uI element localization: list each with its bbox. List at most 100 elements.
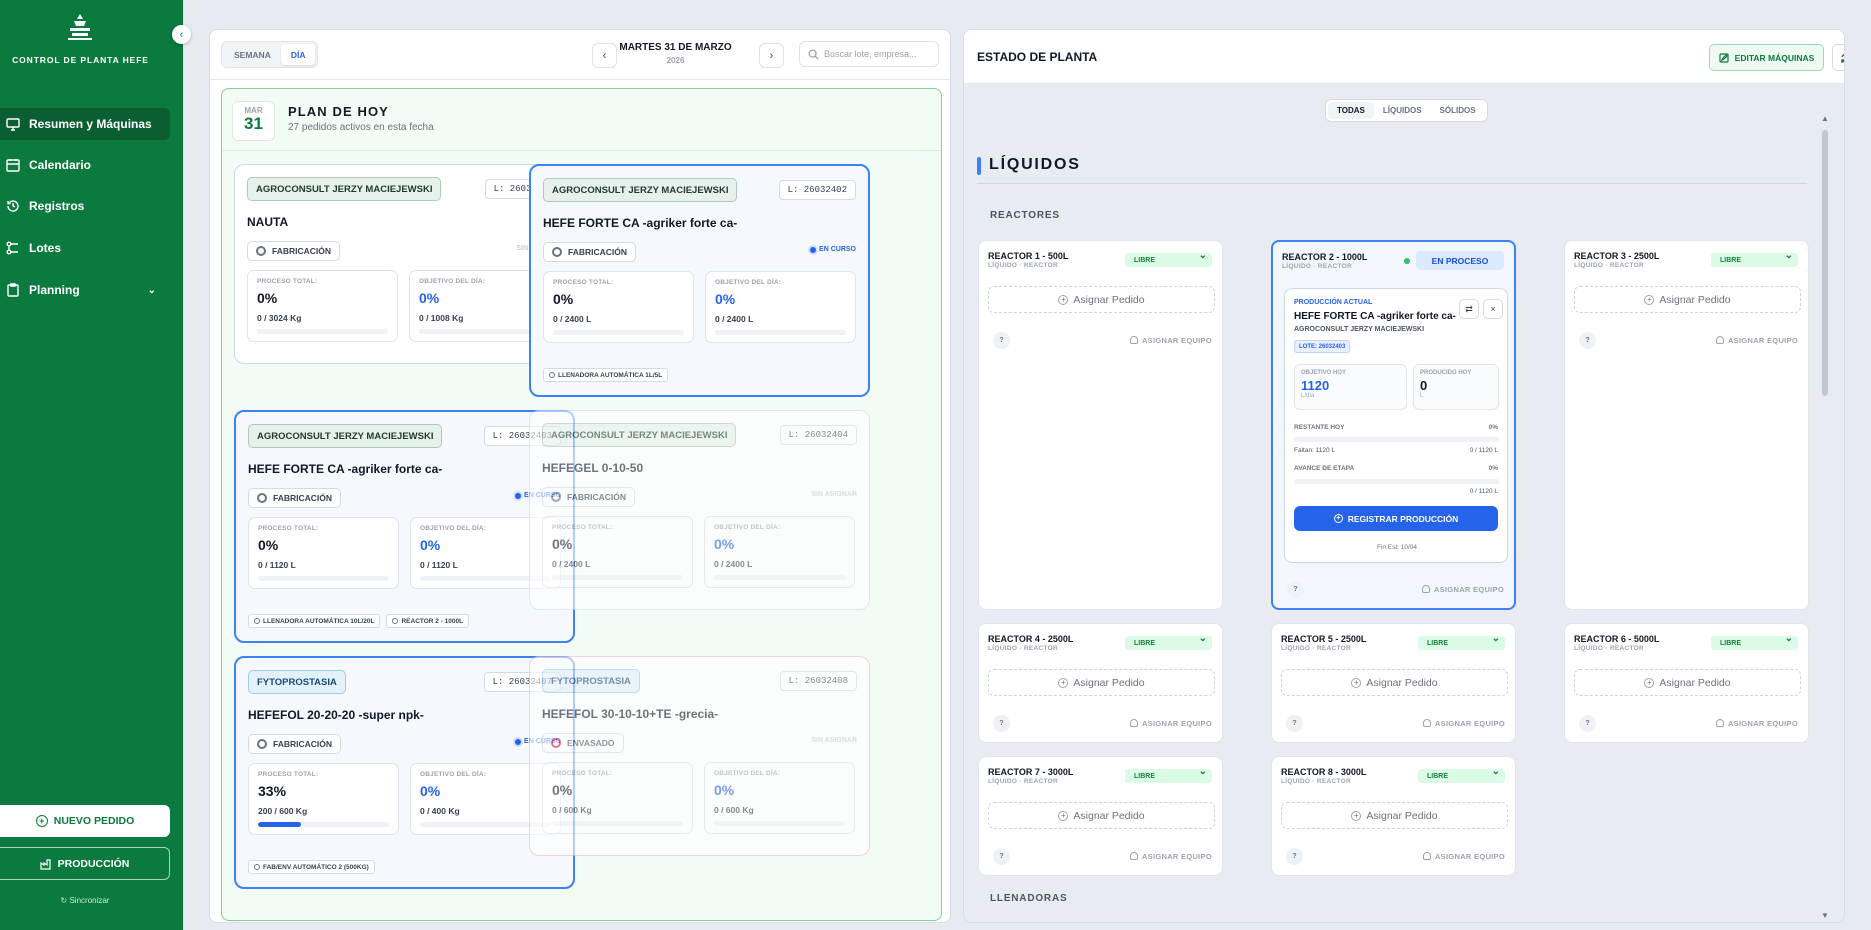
order-card[interactable]: FYTOPROSTASIA L: 26032407 HEFEFOL 20-20-20… <box>234 656 575 889</box>
assign-team-button[interactable]: ASIGNAR EQUIPO <box>1422 719 1505 728</box>
chip-label: FAB/ENV AUTOMÁTICO 2 (500KG) <box>263 863 369 871</box>
total-percent: 0% <box>552 782 573 798</box>
sync-label: Sincronizar <box>69 896 110 905</box>
total-progress-bar <box>258 576 389 581</box>
status-select[interactable]: LIBRE <box>1711 250 1798 267</box>
help-icon[interactable]: ? <box>1287 581 1304 598</box>
status-select[interactable]: LIBRE <box>1125 250 1212 267</box>
assign-team-button[interactable]: ASIGNAR EQUIPO <box>1129 852 1212 861</box>
status-select[interactable]: LIBRE <box>1711 633 1798 650</box>
status-select[interactable]: LIBRE <box>1418 766 1505 783</box>
assign-team-button[interactable]: ASIGNAR EQUIPO <box>1715 336 1798 345</box>
users-icon <box>1129 852 1138 860</box>
help-icon[interactable]: ? <box>1286 848 1303 865</box>
assign-team-button[interactable]: ASIGNAR EQUIPO <box>1422 852 1505 861</box>
filter-solidos[interactable]: SÓLIDOS <box>1431 102 1485 119</box>
help-icon[interactable]: ? <box>993 848 1010 865</box>
remaining-label: RESTANTE HOY <box>1294 424 1345 431</box>
machine-chips: LLENADORA AUTOMÁTICA 10L/20L REACTOR 2 - … <box>248 614 470 628</box>
refresh-button[interactable] <box>1832 44 1844 71</box>
plan-title: PLAN DE HOY <box>288 104 389 119</box>
product-name: HEFE FORTE CA -agriker forte ca- <box>543 216 738 230</box>
assign-team-label: ASIGNAR EQUIPO <box>1141 719 1212 728</box>
prod-label: PRODUCIDO HOY <box>1420 370 1472 376</box>
nav-planning[interactable]: Planning ⌄ <box>0 274 170 306</box>
machine-chip: LLENADORA AUTOMÁTICA 10L/20L <box>248 614 381 628</box>
machine-card: REACTOR 3 - 2500LLÍQUIDO · REACTOR LIBRE +… <box>1564 240 1809 610</box>
day-tab[interactable]: DÍA <box>280 44 316 65</box>
total-percent: 33% <box>258 783 287 799</box>
swap-button[interactable]: ⇄ <box>1459 299 1479 319</box>
scrollbar-thumb[interactable] <box>1822 130 1828 396</box>
status-select[interactable]: LIBRE <box>1125 633 1212 650</box>
current-label: PRODUCCIÓN ACTUAL <box>1294 299 1373 306</box>
scrollbar[interactable]: ▲ ▼ <box>1820 114 1830 920</box>
machine-card: REACTOR 2 - 1000L LÍQUIDO · REACTOR EN PRO… <box>1271 240 1516 610</box>
current-client: AGROCONSULT JERZY MACIEJEWSKI <box>1294 326 1425 333</box>
objective-quantity: 0 / 2400 L <box>715 314 754 324</box>
order-card[interactable]: FYTOPROSTASIA L: 26032408 HEFEFOL 30-10-10… <box>529 656 870 856</box>
filter-todas[interactable]: TODAS <box>1328 102 1374 119</box>
assign-team-button[interactable]: ASIGNAR EQUIPO <box>1129 719 1212 728</box>
assign-team-button[interactable]: ASIGNAR EQUIPO <box>1421 585 1504 594</box>
total-quantity: 0 / 2400 L <box>552 559 591 569</box>
nav-registros[interactable]: Registros <box>0 190 170 222</box>
register-label: REGISTRAR PRODUCCIÓN <box>1347 513 1459 524</box>
stage-progress-quantity: 0 / 1120 L <box>1469 488 1498 495</box>
stage-progress-label: AVANCE DE ETAPA <box>1294 465 1355 472</box>
search-box <box>799 41 939 67</box>
edit-machines-button[interactable]: EDITAR MÁQUINAS <box>1709 44 1824 71</box>
assign-order-button[interactable]: + Asignar Pedido <box>988 286 1215 313</box>
machine-type: LÍQUIDO · REACTOR <box>988 778 1058 785</box>
progress-fill <box>258 822 302 827</box>
order-card[interactable]: AGROCONSULT JERZY MACIEJEWSKI L: 26032403… <box>234 410 575 643</box>
package-icon <box>551 738 561 748</box>
production-button[interactable]: PRODUCCIÓN <box>0 847 170 880</box>
help-icon[interactable]: ? <box>993 332 1010 349</box>
assign-label: Asignar Pedido <box>1659 676 1731 689</box>
new-order-button[interactable]: + NUEVO PEDIDO <box>0 805 170 837</box>
assign-order-button[interactable]: + Asignar Pedido <box>1281 669 1508 696</box>
assign-order-button[interactable]: + Asignar Pedido <box>1574 286 1801 313</box>
help-icon[interactable]: ? <box>1286 715 1303 732</box>
assign-order-button[interactable]: + Asignar Pedido <box>988 669 1215 696</box>
chevron-left-icon: ‹ <box>602 49 607 62</box>
chevron-left-icon: ‹ <box>179 28 184 41</box>
register-production-button[interactable]: + REGISTRAR PRODUCCIÓN <box>1294 506 1498 531</box>
next-day-button[interactable]: › <box>759 43 784 68</box>
close-button[interactable]: × <box>1483 299 1503 319</box>
assign-order-button[interactable]: + Asignar Pedido <box>1281 802 1508 829</box>
week-tab[interactable]: SEMANA <box>224 44 281 65</box>
product-name: HEFEFOL 30-10-10+TE -grecia- <box>542 707 719 721</box>
layers-icon <box>6 241 18 255</box>
status-select[interactable]: LIBRE <box>1418 633 1505 650</box>
assign-order-button[interactable]: + Asignar Pedido <box>988 802 1215 829</box>
assign-team-button[interactable]: ASIGNAR EQUIPO <box>1715 719 1798 728</box>
sync-link[interactable]: ↻ Sincronizar <box>0 896 170 905</box>
help-icon[interactable]: ? <box>1579 715 1596 732</box>
status-select[interactable]: LIBRE <box>1125 766 1212 783</box>
stage-badge: FABRICACIÓN <box>543 242 637 262</box>
plant-toolbar: ESTADO DE PLANTA EDITAR MÁQUINAS <box>964 30 1844 84</box>
view-toggle: SEMANA DÍA <box>221 41 319 68</box>
status-indicator: SIN ASIGNAR <box>811 491 857 498</box>
help-icon[interactable]: ? <box>1579 332 1596 349</box>
nav-lotes[interactable]: Lotes <box>0 232 170 264</box>
client-badge: FYTOPROSTASIA <box>248 670 346 694</box>
assign-team-button[interactable]: ASIGNAR EQUIPO <box>1129 336 1212 345</box>
nav-resumen[interactable]: Resumen y Máquinas <box>0 108 170 140</box>
nav-calendario[interactable]: Calendario <box>0 149 170 181</box>
filter-liquidos[interactable]: LÍQUIDOS <box>1374 102 1431 119</box>
total-progress-box: PROCESO TOTAL: 0% 0 / 3024 Kg <box>247 270 398 342</box>
search-input[interactable] <box>824 49 924 59</box>
prev-day-button[interactable]: ‹ <box>592 43 617 68</box>
order-card[interactable]: AGROCONSULT JERZY MACIEJEWSKI L: 26032401… <box>234 164 575 364</box>
nav-label: Resumen y Máquinas <box>29 117 152 131</box>
machine-type: LÍQUIDO · REACTOR <box>1282 263 1352 270</box>
help-icon[interactable]: ? <box>993 715 1010 732</box>
order-card[interactable]: AGROCONSULT JERZY MACIEJEWSKI L: 26032404… <box>529 410 870 610</box>
assign-order-button[interactable]: + Asignar Pedido <box>1574 669 1801 696</box>
stage-badge: ENVASADO <box>542 733 624 753</box>
order-card[interactable]: AGROCONSULT JERZY MACIEJEWSKI L: 26032402… <box>529 164 870 397</box>
collapse-sidebar-button[interactable]: ‹ <box>172 25 191 44</box>
